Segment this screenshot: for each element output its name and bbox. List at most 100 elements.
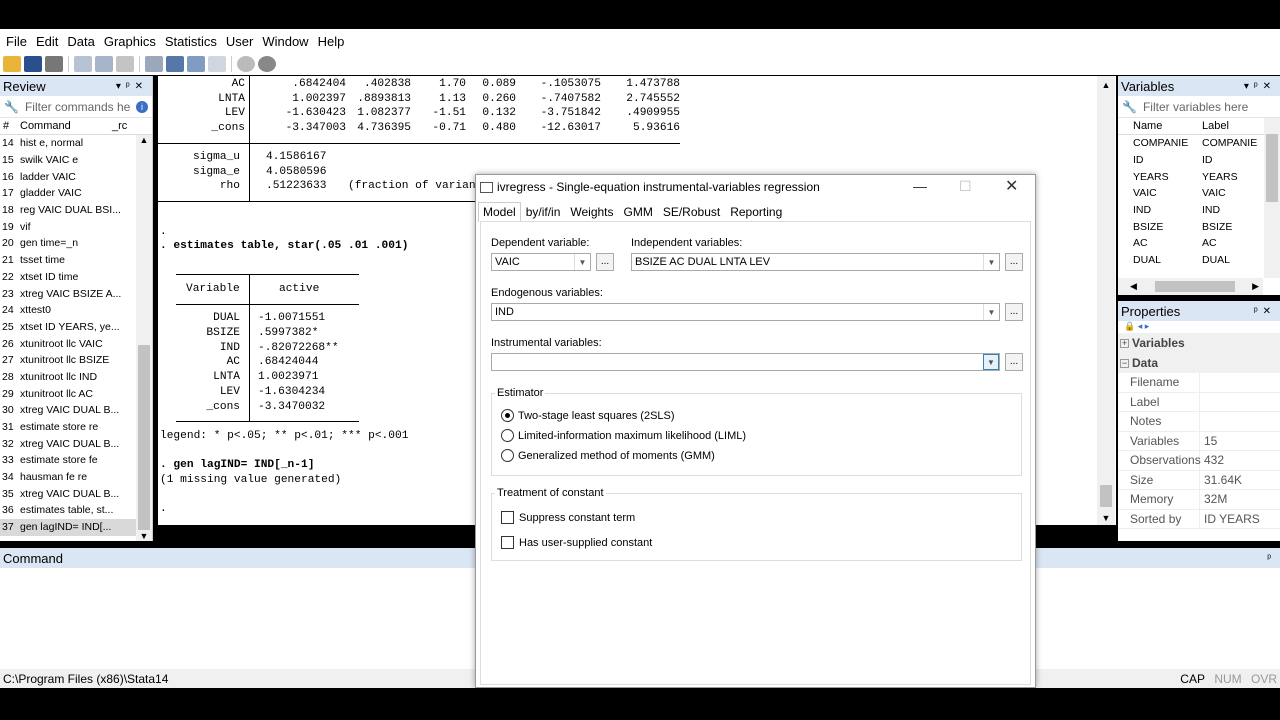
radio-liml[interactable]: Limited-information maximum likelihood (…	[501, 429, 746, 442]
menu-edit[interactable]: Edit	[36, 34, 58, 49]
radio-2sls[interactable]: Two-stage least squares (2SLS)	[501, 409, 675, 422]
review-item[interactable]: 30 xtreg VAIC DUAL B...	[0, 402, 136, 419]
radio-indicator[interactable]	[501, 409, 514, 422]
variable-row[interactable]: YEARS YEARS	[1118, 168, 1263, 185]
minimize-icon[interactable]: —	[913, 178, 927, 194]
chevron-down-icon[interactable]: ▼	[574, 254, 590, 270]
panel-controls[interactable]: ▾ᵖ✕	[116, 81, 152, 92]
review-item[interactable]: 24 xttest0	[0, 302, 136, 319]
properties-nav[interactable]: 🔒 ◂ ▸	[1118, 321, 1280, 333]
review-item[interactable]: 28 xtunitroot llc IND	[0, 369, 136, 386]
menu-window[interactable]: Window	[262, 34, 308, 49]
review-item[interactable]: 34 hausman fe re	[0, 469, 136, 486]
review-item[interactable]: 23 xtreg VAIC BSIZE A...	[0, 285, 136, 302]
menu-graphics[interactable]: Graphics	[104, 34, 156, 49]
chevron-down-icon[interactable]: ▼	[983, 304, 999, 320]
break-icon[interactable]	[258, 56, 276, 72]
user-constant-checkbox[interactable]: Has user-supplied constant	[501, 536, 652, 549]
save-icon[interactable]	[24, 56, 42, 72]
review-item[interactable]: 17 gladder VAIC	[0, 185, 136, 202]
property-row[interactable]: Filename	[1118, 373, 1280, 393]
log-icon[interactable]	[74, 56, 92, 72]
review-item[interactable]: 20 gen time=_n	[0, 235, 136, 252]
review-item[interactable]: 18 reg VAIC DUAL BSI...	[0, 202, 136, 219]
scroll-up-icon[interactable]: ▲	[136, 135, 152, 145]
info-icon[interactable]: i	[136, 100, 148, 113]
property-row[interactable]: Memory 32M	[1118, 490, 1280, 510]
review-item[interactable]: 21 tsset time	[0, 252, 136, 269]
variable-row[interactable]: BSIZE BSIZE	[1118, 218, 1263, 235]
scroll-down-icon[interactable]: ▼	[1097, 513, 1115, 523]
col-label[interactable]: Label	[1188, 120, 1258, 132]
tab-model[interactable]: Model	[478, 202, 521, 222]
tab-reporting[interactable]: Reporting	[725, 202, 787, 222]
data-editor-icon[interactable]	[166, 56, 184, 72]
review-item[interactable]: 29 xtunitroot llc AC	[0, 385, 136, 402]
scroll-left-icon[interactable]: ◀	[1130, 281, 1137, 292]
instrumental-browse-button[interactable]: ...	[1005, 353, 1023, 371]
col-rc[interactable]: _rc	[112, 120, 138, 132]
menu-user[interactable]: User	[226, 34, 253, 49]
independent-browse-button[interactable]: ...	[1005, 253, 1023, 271]
variable-row[interactable]: LNTALNTA	[1118, 269, 1263, 272]
menu-data[interactable]: Data	[67, 34, 94, 49]
variable-row[interactable]: IND IND	[1118, 202, 1263, 219]
review-item[interactable]: 26 xtunitroot llc VAIC	[0, 335, 136, 352]
chevron-down-icon[interactable]: ▼	[983, 354, 999, 370]
independent-variables-combo[interactable]: BSIZE AC DUAL LNTA LEV ▼	[631, 253, 1000, 271]
more-icon[interactable]	[237, 56, 255, 72]
radio-gmm[interactable]: Generalized method of moments (GMM)	[501, 449, 715, 462]
variable-row[interactable]: DUAL DUAL	[1118, 252, 1263, 269]
endogenous-browse-button[interactable]: ...	[1005, 303, 1023, 321]
col-command[interactable]: Command	[20, 120, 112, 132]
tab-gmm[interactable]: GMM	[619, 202, 658, 222]
expand-icon[interactable]: +	[1120, 338, 1129, 348]
review-item[interactable]: 16 ladder VAIC	[0, 168, 136, 185]
checkbox-indicator[interactable]	[501, 511, 514, 524]
review-item[interactable]: 25 xtset ID YEARS, ye...	[0, 319, 136, 336]
review-item[interactable]: 27 xtunitroot llc BSIZE	[0, 352, 136, 369]
checkbox-indicator[interactable]	[501, 536, 514, 549]
review-item[interactable]: 37 gen lagIND= IND[...	[0, 518, 136, 536]
menu-help[interactable]: Help	[318, 34, 345, 49]
dialog-title-bar[interactable]: ivregress - Single-equation instrumental…	[476, 175, 1035, 199]
variable-row[interactable]: COMPANIES COMPANIES	[1118, 135, 1263, 152]
open-icon[interactable]	[3, 56, 21, 72]
dependent-variable-combo[interactable]: VAIC ▼	[491, 253, 591, 271]
graph-icon[interactable]	[116, 56, 134, 72]
endogenous-variables-combo[interactable]: IND ▼	[491, 303, 1000, 321]
review-filter[interactable]: 🔧 Filter commands he i	[0, 96, 152, 118]
panel-controls[interactable]: ᵖ✕	[1254, 306, 1280, 317]
menu-statistics[interactable]: Statistics	[165, 34, 217, 49]
variables-filter[interactable]: 🔧 Filter variables here	[1118, 96, 1280, 118]
scroll-thumb[interactable]	[1154, 281, 1235, 292]
scroll-thumb[interactable]	[1100, 485, 1112, 507]
radio-indicator[interactable]	[501, 429, 514, 442]
review-item[interactable]: 19 vif	[0, 218, 136, 235]
viewer-icon[interactable]	[95, 56, 113, 72]
variable-row[interactable]: ID ID	[1118, 152, 1263, 169]
review-item[interactable]: 15 swilk VAIC e	[0, 152, 136, 169]
print-icon[interactable]	[45, 56, 63, 72]
variables-hscroll[interactable]: ◀ ▶	[1118, 278, 1263, 295]
variables-vscroll[interactable]	[1264, 118, 1280, 278]
review-item[interactable]: 33 estimate store fe	[0, 452, 136, 469]
property-row[interactable]: Variables 15	[1118, 431, 1280, 451]
review-item[interactable]: 36 estimates table, st...	[0, 502, 136, 519]
review-item[interactable]: 32 xtreg VAIC DUAL B...	[0, 435, 136, 452]
instrumental-variables-combo[interactable]: ▼	[491, 353, 1000, 371]
property-row[interactable]: Size 31.64K	[1118, 470, 1280, 490]
properties-group-variables[interactable]: + Variables	[1118, 333, 1280, 353]
maximize-icon[interactable]: ☐	[959, 178, 972, 195]
data-browser-icon[interactable]	[187, 56, 205, 72]
panel-controls[interactable]: ▾ᵖ✕	[1244, 81, 1280, 92]
scroll-thumb[interactable]	[1266, 134, 1278, 202]
panel-controls[interactable]: ᵖ	[1267, 553, 1280, 564]
review-item[interactable]: 35 xtreg VAIC DUAL B...	[0, 485, 136, 502]
menu-file[interactable]: File	[6, 34, 27, 49]
suppress-constant-checkbox[interactable]: Suppress constant term	[501, 511, 635, 524]
chevron-down-icon[interactable]: ▼	[983, 254, 999, 270]
review-scrollbar[interactable]: ▲ ▼	[136, 135, 152, 541]
review-item[interactable]: 22 xtset ID time	[0, 269, 136, 286]
scroll-up-icon[interactable]: ▲	[1097, 80, 1115, 90]
